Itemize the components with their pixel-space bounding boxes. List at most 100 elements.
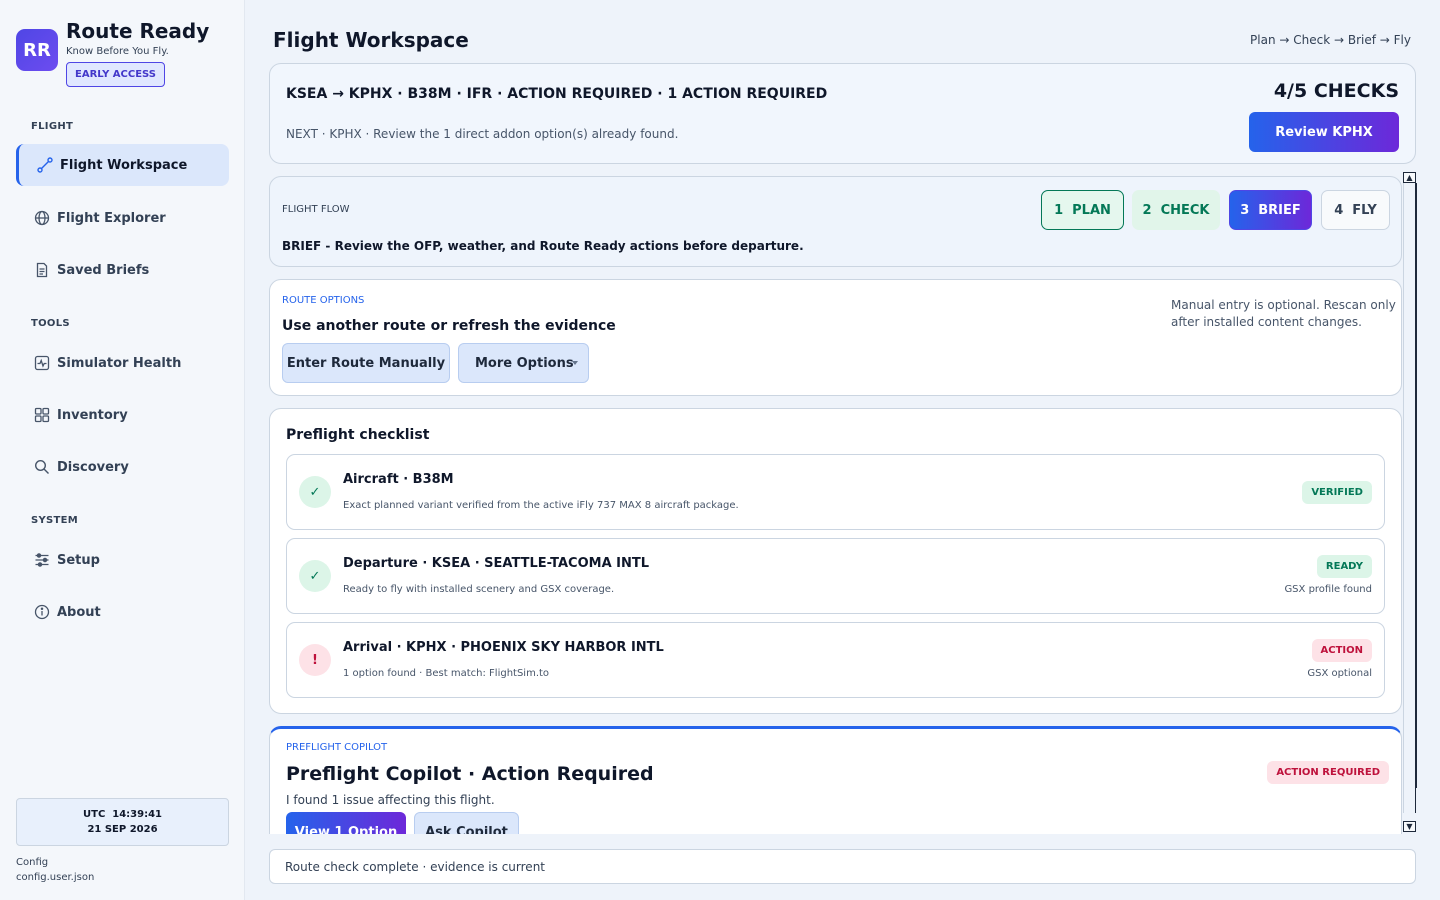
- clock-time: UTC 14:39:41: [83, 809, 162, 820]
- status-bar: Route check complete · evidence is curre…: [269, 849, 1416, 884]
- tab-brief[interactable]: 3 BRIEF: [1229, 190, 1312, 230]
- step-number: 3: [1240, 202, 1250, 218]
- step-number: 4: [1334, 202, 1344, 218]
- info-icon: [33, 603, 51, 621]
- checklist-title: Preflight checklist: [286, 427, 430, 443]
- checklist-item-departure[interactable]: ✓ Departure · KSEA · SEATTLE-TACOMA INTL…: [286, 538, 1385, 614]
- status-badge: ACTION: [1311, 639, 1372, 662]
- scrollbar-thumb[interactable]: [1405, 183, 1417, 788]
- utc-clock: UTC 14:39:41 21 SEP 2026: [16, 798, 229, 846]
- alert-icon: !: [299, 644, 331, 676]
- sidebar-item-flight-explorer[interactable]: Flight Explorer: [16, 197, 229, 239]
- page-title: Flight Workspace: [273, 28, 469, 52]
- app-tagline: Know Before You Fly.: [66, 46, 169, 57]
- preflight-checklist-card: Preflight checklist ✓ Aircraft · B38M Ex…: [269, 408, 1402, 714]
- step-label: CHECK: [1160, 202, 1210, 218]
- sidebar-item-flight-workspace[interactable]: Flight Workspace: [16, 144, 229, 186]
- step-label: FLY: [1352, 202, 1377, 218]
- checklist-item-description: Ready to fly with installed scenery and …: [343, 584, 615, 595]
- early-access-badge: EARLY ACCESS: [66, 62, 166, 87]
- globe-icon: [33, 209, 51, 227]
- scroll-up-icon[interactable]: ▲: [1403, 172, 1416, 183]
- tab-fly[interactable]: 4 FLY: [1321, 190, 1390, 230]
- sidebar-item-discovery[interactable]: Discovery: [16, 446, 229, 488]
- checklist-item-name: Departure · KSEA · SEATTLE-TACOMA INTL: [343, 556, 650, 571]
- copilot-label: PREFLIGHT COPILOT: [286, 742, 388, 753]
- sidebar-item-setup[interactable]: Setup: [16, 539, 229, 581]
- view-option-button[interactable]: View 1 Option: [286, 812, 406, 834]
- sidebar-item-label: Discovery: [57, 459, 129, 475]
- chevron-down-icon: [572, 361, 578, 365]
- grid-icon: [33, 406, 51, 424]
- sidebar-item-about[interactable]: About: [16, 591, 229, 633]
- scrollbar[interactable]: ▲ ▼: [1403, 172, 1417, 834]
- step-number: 1: [1054, 202, 1064, 218]
- preflight-copilot-card: PREFLIGHT COPILOT Preflight Copilot · Ac…: [269, 726, 1402, 834]
- route-options-card: ROUTE OPTIONS Use another route or refre…: [269, 279, 1402, 396]
- checklist-item-name: Arrival · KPHX · PHOENIX SKY HARBOR INTL: [343, 640, 664, 655]
- flight-flow-card: FLIGHT FLOW BRIEF - Review the OFP, weat…: [269, 176, 1402, 267]
- checklist-item-name: Aircraft · B38M: [343, 472, 454, 487]
- sidebar-item-label: Flight Explorer: [57, 210, 166, 226]
- step-number: 2: [1142, 202, 1152, 218]
- checklist-item-description: Exact planned variant verified from the …: [343, 500, 739, 511]
- sidebar-item-label: About: [57, 604, 101, 620]
- review-kphx-button[interactable]: Review KPHX: [1249, 112, 1399, 152]
- sidebar: RR Route Ready Know Before You Fly. EARL…: [0, 0, 245, 900]
- sidebar-item-inventory[interactable]: Inventory: [16, 394, 229, 436]
- flight-summary-line: KSEA → KPHX · B38M · IFR · ACTION REQUIR…: [286, 86, 828, 102]
- flight-flow-description: BRIEF - Review the OFP, weather, and Rou…: [282, 239, 804, 253]
- sidebar-item-simulator-health[interactable]: Simulator Health: [16, 342, 229, 384]
- sidebar-item-label: Setup: [57, 552, 100, 568]
- sidebar-item-label: Flight Workspace: [60, 157, 188, 173]
- status-badge: VERIFIED: [1302, 481, 1372, 504]
- route-options-title: Use another route or refresh the evidenc…: [282, 318, 616, 334]
- app-name: Route Ready: [66, 19, 210, 43]
- sliders-icon: [33, 551, 51, 569]
- ask-copilot-button[interactable]: Ask Copilot: [414, 812, 519, 834]
- status-subtext: GSX optional: [1307, 668, 1372, 679]
- check-icon: ✓: [299, 560, 331, 592]
- workspace-scroll-area[interactable]: FLIGHT FLOW BRIEF - Review the OFP, weat…: [269, 176, 1402, 834]
- search-icon: [33, 458, 51, 476]
- copilot-message: I found 1 issue affecting this flight.: [286, 793, 495, 807]
- checks-count: 4/5 CHECKS: [1273, 80, 1399, 102]
- route-icon: [36, 156, 54, 174]
- route-options-note: Manual entry is optional. Rescan only af…: [1171, 298, 1396, 329]
- status-badge: ACTION REQUIRED: [1267, 761, 1389, 784]
- workflow-breadcrumb: Plan → Check → Brief → Fly: [1250, 33, 1411, 47]
- checklist-item-description: 1 option found · Best match: FlightSim.t…: [343, 668, 550, 679]
- flight-flow-label: FLIGHT FLOW: [282, 204, 350, 215]
- checklist-item-aircraft[interactable]: ✓ Aircraft · B38M Exact planned variant …: [286, 454, 1385, 530]
- more-options-button[interactable]: More Options: [458, 343, 589, 383]
- tab-plan[interactable]: 1 PLAN: [1041, 190, 1124, 230]
- app-logo: RR: [16, 29, 58, 71]
- clock-date: 21 SEP 2026: [87, 824, 158, 835]
- nav-section-tools: TOOLS: [31, 318, 70, 329]
- config-label: Config: [16, 857, 49, 868]
- config-info: Config config.user.json: [16, 855, 94, 885]
- sidebar-item-label: Saved Briefs: [57, 262, 150, 278]
- sidebar-item-saved-briefs[interactable]: Saved Briefs: [16, 249, 229, 291]
- step-label: BRIEF: [1258, 202, 1301, 218]
- check-icon: ✓: [299, 476, 331, 508]
- tab-check[interactable]: 2 CHECK: [1132, 190, 1220, 230]
- status-badge: READY: [1316, 555, 1372, 578]
- enter-route-manually-button[interactable]: Enter Route Manually: [282, 343, 450, 383]
- nav-section-system: SYSTEM: [31, 515, 79, 526]
- step-label: PLAN: [1072, 202, 1111, 218]
- copilot-title: Preflight Copilot · Action Required: [286, 763, 654, 785]
- status-subtext: GSX profile found: [1284, 584, 1372, 595]
- document-icon: [33, 261, 51, 279]
- nav-section-flight: FLIGHT: [31, 121, 74, 132]
- brand: RR Route Ready Know Before You Fly. EARL…: [16, 18, 236, 88]
- pulse-icon: [33, 354, 51, 372]
- checklist-item-arrival[interactable]: ! Arrival · KPHX · PHOENIX SKY HARBOR IN…: [286, 622, 1385, 698]
- next-action-text: NEXT · KPHX · Review the 1 direct addon …: [286, 127, 679, 141]
- flight-summary-card: KSEA → KPHX · B38M · IFR · ACTION REQUIR…: [269, 63, 1416, 164]
- scroll-down-icon[interactable]: ▼: [1403, 821, 1416, 832]
- more-options-label: More Options: [475, 355, 574, 371]
- config-file: config.user.json: [16, 872, 95, 883]
- sidebar-item-label: Simulator Health: [57, 355, 182, 371]
- route-options-label: ROUTE OPTIONS: [282, 295, 365, 306]
